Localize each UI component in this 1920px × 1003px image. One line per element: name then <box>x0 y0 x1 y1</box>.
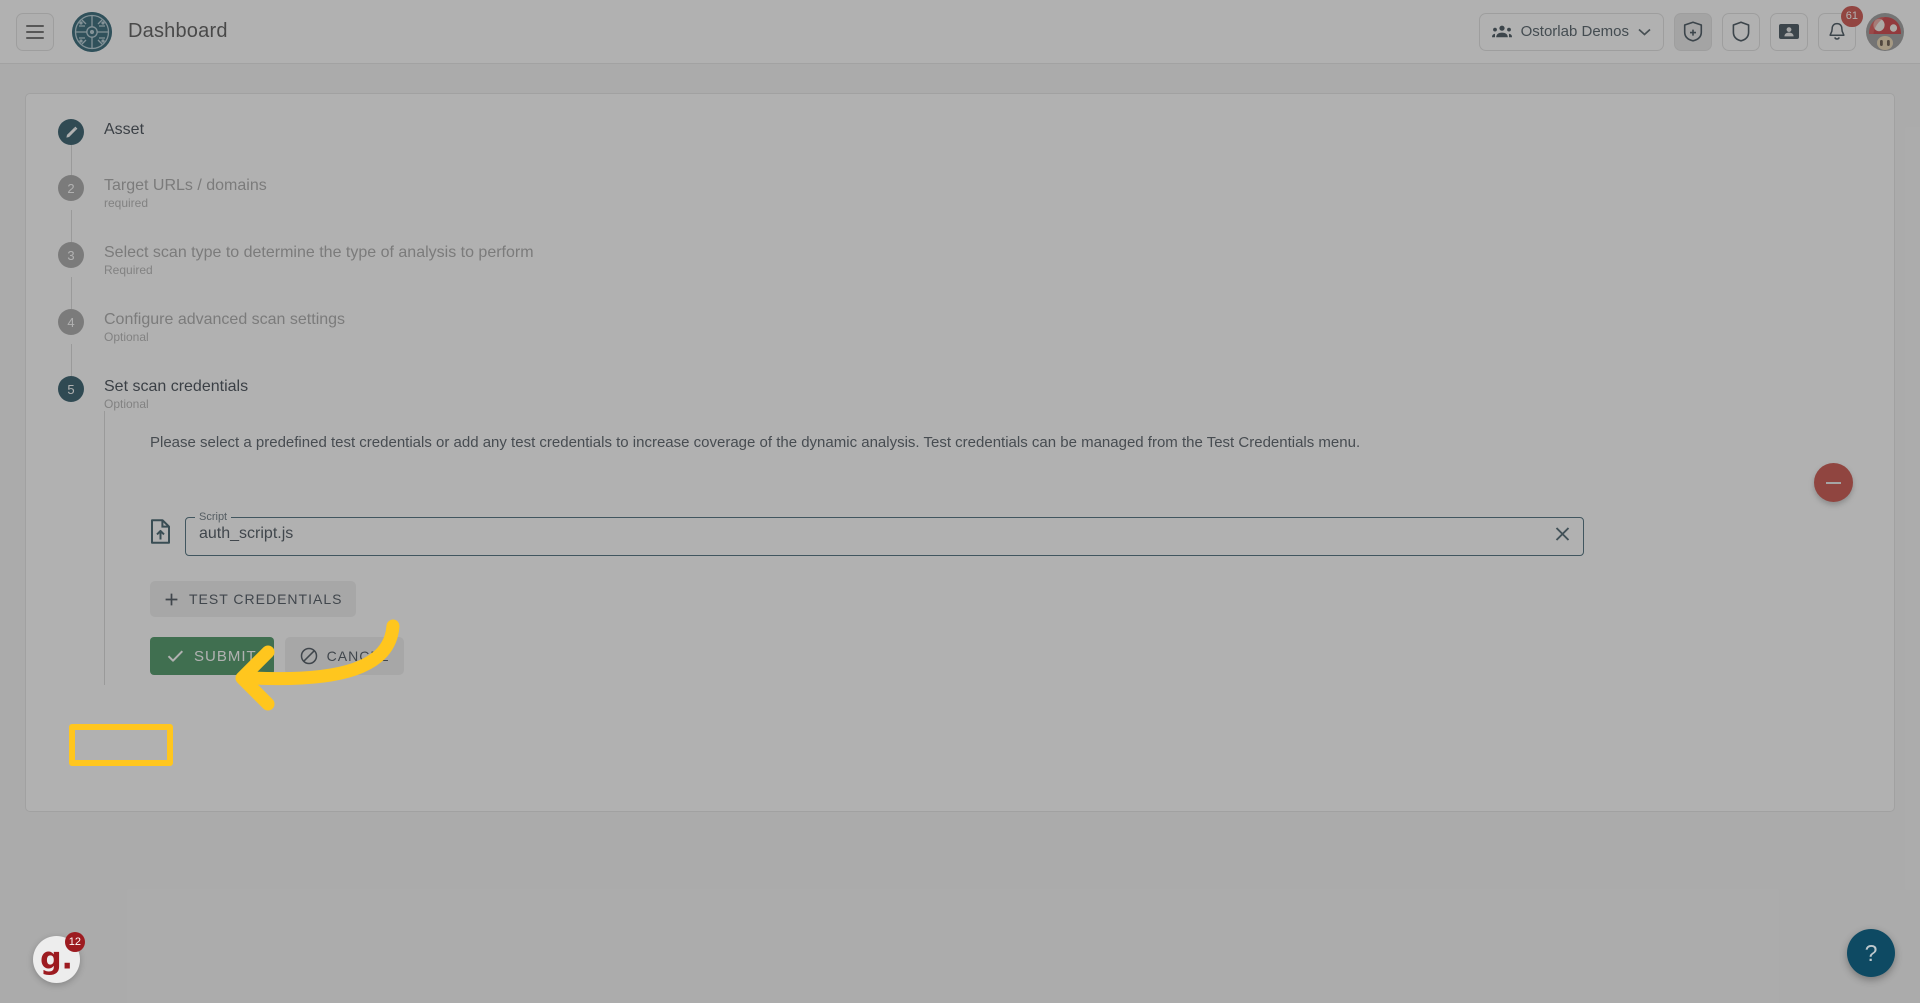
security-shield-button[interactable] <box>1722 12 1760 51</box>
shield-plus-icon <box>1683 21 1703 42</box>
group-people-icon <box>1491 25 1512 38</box>
menu-bar-2 <box>26 30 44 33</box>
scan-wizard-card: Asset 2 Target URLs / domains required 3… <box>25 93 1895 812</box>
minus-icon <box>1826 481 1841 484</box>
cancel-button[interactable]: CANCEL <box>284 637 405 675</box>
stepper-item-advanced-settings[interactable]: 4 Configure advanced scan settings Optio… <box>58 309 1894 344</box>
step-5-indicator: 5 <box>58 376 84 402</box>
chevron-down-icon <box>1638 28 1651 36</box>
script-input[interactable] <box>185 512 1584 556</box>
organization-name: Ostorlab Demos <box>1520 23 1629 40</box>
step-1-labels: Asset <box>104 119 144 139</box>
cancel-label: CANCEL <box>326 648 390 664</box>
stepper-item-target-urls[interactable]: 2 Target URLs / domains required <box>58 175 1894 210</box>
organization-selector[interactable]: Ostorlab Demos <box>1478 12 1664 51</box>
submit-label: SUBMIT <box>194 647 257 665</box>
app-header: Dashboard Ostorlab Demos 61 <box>0 0 1920 64</box>
step-label: Select scan type to determine the type o… <box>104 244 534 261</box>
file-upload-icon[interactable] <box>150 519 171 549</box>
check-icon <box>167 650 184 662</box>
step-connector-3 <box>71 277 72 309</box>
block-prohibited-icon <box>300 647 317 665</box>
step-connector-4 <box>71 344 72 376</box>
guide-widget[interactable]: g. 12 <box>33 932 85 983</box>
step-3-indicator: 3 <box>58 242 84 268</box>
stepper: Asset 2 Target URLs / domains required 3… <box>26 94 1894 685</box>
step-connector-1 <box>71 145 72 175</box>
notifications-button[interactable]: 61 <box>1818 5 1863 51</box>
mushroom-avatar-image <box>1866 12 1904 51</box>
step-label: Configure advanced scan settings <box>104 311 346 328</box>
bell-icon <box>1829 22 1845 40</box>
plus-icon <box>165 593 178 605</box>
script-field: Script <box>185 512 1584 556</box>
submit-button[interactable]: SUBMIT <box>150 637 274 675</box>
step-label: Target URLs / domains <box>104 177 267 194</box>
step-3-labels: Select scan type to determine the type o… <box>104 242 534 277</box>
credentials-description: Please select a predefined test credenti… <box>150 434 1361 451</box>
step-sublabel: Optional <box>104 330 149 344</box>
stepper-item-scan-type[interactable]: 3 Select scan type to determine the type… <box>58 242 1894 277</box>
pencil-edit-icon <box>65 126 77 138</box>
step-4-labels: Configure advanced scan settings Optiona… <box>104 309 345 344</box>
scan-credentials-panel: Please select a predefined test credenti… <box>104 411 1894 685</box>
step-connector-2 <box>71 210 72 242</box>
file-upload-glyph <box>151 519 170 544</box>
step-sublabel: required <box>104 196 149 210</box>
script-field-row: Script <box>150 512 1894 556</box>
wizard-action-row: SUBMIT CANCEL <box>150 637 1894 675</box>
step-sublabel: Required <box>104 263 153 277</box>
close-x-icon <box>1555 527 1570 541</box>
remove-credential-row-button[interactable] <box>1814 463 1853 502</box>
id-card-button[interactable] <box>1770 12 1808 51</box>
help-button[interactable]: ? <box>1847 929 1895 977</box>
guide-widget-badge: 12 <box>64 932 85 952</box>
menu-bar-3 <box>26 36 44 39</box>
step-5-labels: Set scan credentials Optional <box>104 376 248 411</box>
logo-circuit-art <box>72 11 112 52</box>
hamburger-menu-icon[interactable] <box>16 12 54 51</box>
step-label: Set scan credentials <box>104 378 249 395</box>
stepper-item-asset[interactable]: Asset <box>58 119 1894 145</box>
step-4-indicator: 4 <box>58 309 84 335</box>
add-test-credentials-button[interactable]: TEST CREDENTIALS <box>150 581 357 617</box>
step-2-labels: Target URLs / domains required <box>104 175 267 210</box>
avatar[interactable] <box>1866 12 1904 51</box>
stepper-item-scan-credentials[interactable]: 5 Set scan credentials Optional <box>58 376 1894 411</box>
shield-icon <box>1732 21 1750 42</box>
add-scan-shield-button[interactable] <box>1674 12 1712 51</box>
menu-bar-1 <box>26 24 44 27</box>
step-1-indicator <box>58 119 84 145</box>
notification-count-badge: 61 <box>1840 5 1863 27</box>
step-2-indicator: 2 <box>58 175 84 201</box>
step-label: Asset <box>104 121 145 138</box>
ostorlab-circuit-logo[interactable] <box>72 11 112 52</box>
header-actions: Ostorlab Demos 61 <box>1478 5 1904 51</box>
id-card-icon <box>1779 24 1799 39</box>
step-sublabel: Optional <box>104 397 149 411</box>
clear-script-button[interactable] <box>1553 525 1572 544</box>
add-test-credentials-label: TEST CREDENTIALS <box>189 591 343 607</box>
page-title: Dashboard <box>128 20 228 42</box>
